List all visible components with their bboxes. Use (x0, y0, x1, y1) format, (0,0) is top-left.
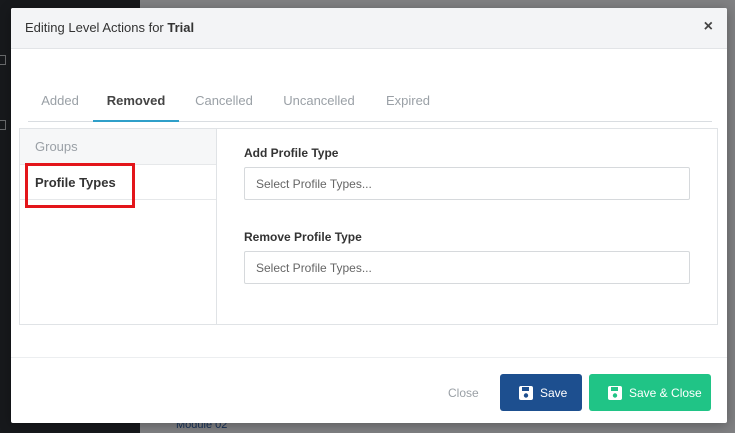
modal-title: Editing Level Actions for Trial (25, 20, 194, 35)
save-and-close-button-label: Save & Close (629, 385, 702, 400)
remove-profile-type-label: Remove Profile Type (244, 230, 362, 244)
modal-title-level: Trial (167, 20, 195, 35)
save-button[interactable]: Save (500, 374, 582, 411)
add-profile-type-input[interactable] (244, 167, 690, 200)
action-tabs: Added Removed Cancelled Uncancelled Expi… (28, 86, 712, 122)
close-icon[interactable]: × (704, 19, 713, 35)
side-menu: Groups Profile Types (20, 129, 217, 324)
modal-header: Editing Level Actions for Trial × (11, 8, 727, 49)
add-profile-type-label: Add Profile Type (244, 146, 339, 160)
modal-footer: Close Save Save & Close (11, 357, 727, 423)
tab-uncancelled[interactable]: Uncancelled (280, 90, 358, 122)
floppy-disk-icon (608, 385, 622, 400)
tab-cancelled[interactable]: Cancelled (193, 90, 255, 122)
tab-panel: Groups Profile Types Add Profile Type Re… (19, 128, 718, 325)
save-and-close-button[interactable]: Save & Close (589, 374, 711, 411)
close-button[interactable]: Close (448, 386, 479, 400)
tab-removed[interactable]: Removed (93, 90, 179, 122)
modal-title-prefix: Editing Level Actions for (25, 20, 168, 35)
side-item-groups[interactable]: Groups (20, 129, 216, 165)
side-item-profile-types[interactable]: Profile Types (20, 165, 216, 200)
level-actions-modal: Editing Level Actions for Trial × Added … (11, 8, 727, 423)
save-button-label: Save (540, 385, 568, 400)
remove-profile-type-input[interactable] (244, 251, 690, 284)
floppy-disk-icon (519, 385, 533, 400)
tab-expired[interactable]: Expired (384, 90, 432, 122)
tab-added[interactable]: Added (40, 90, 80, 122)
